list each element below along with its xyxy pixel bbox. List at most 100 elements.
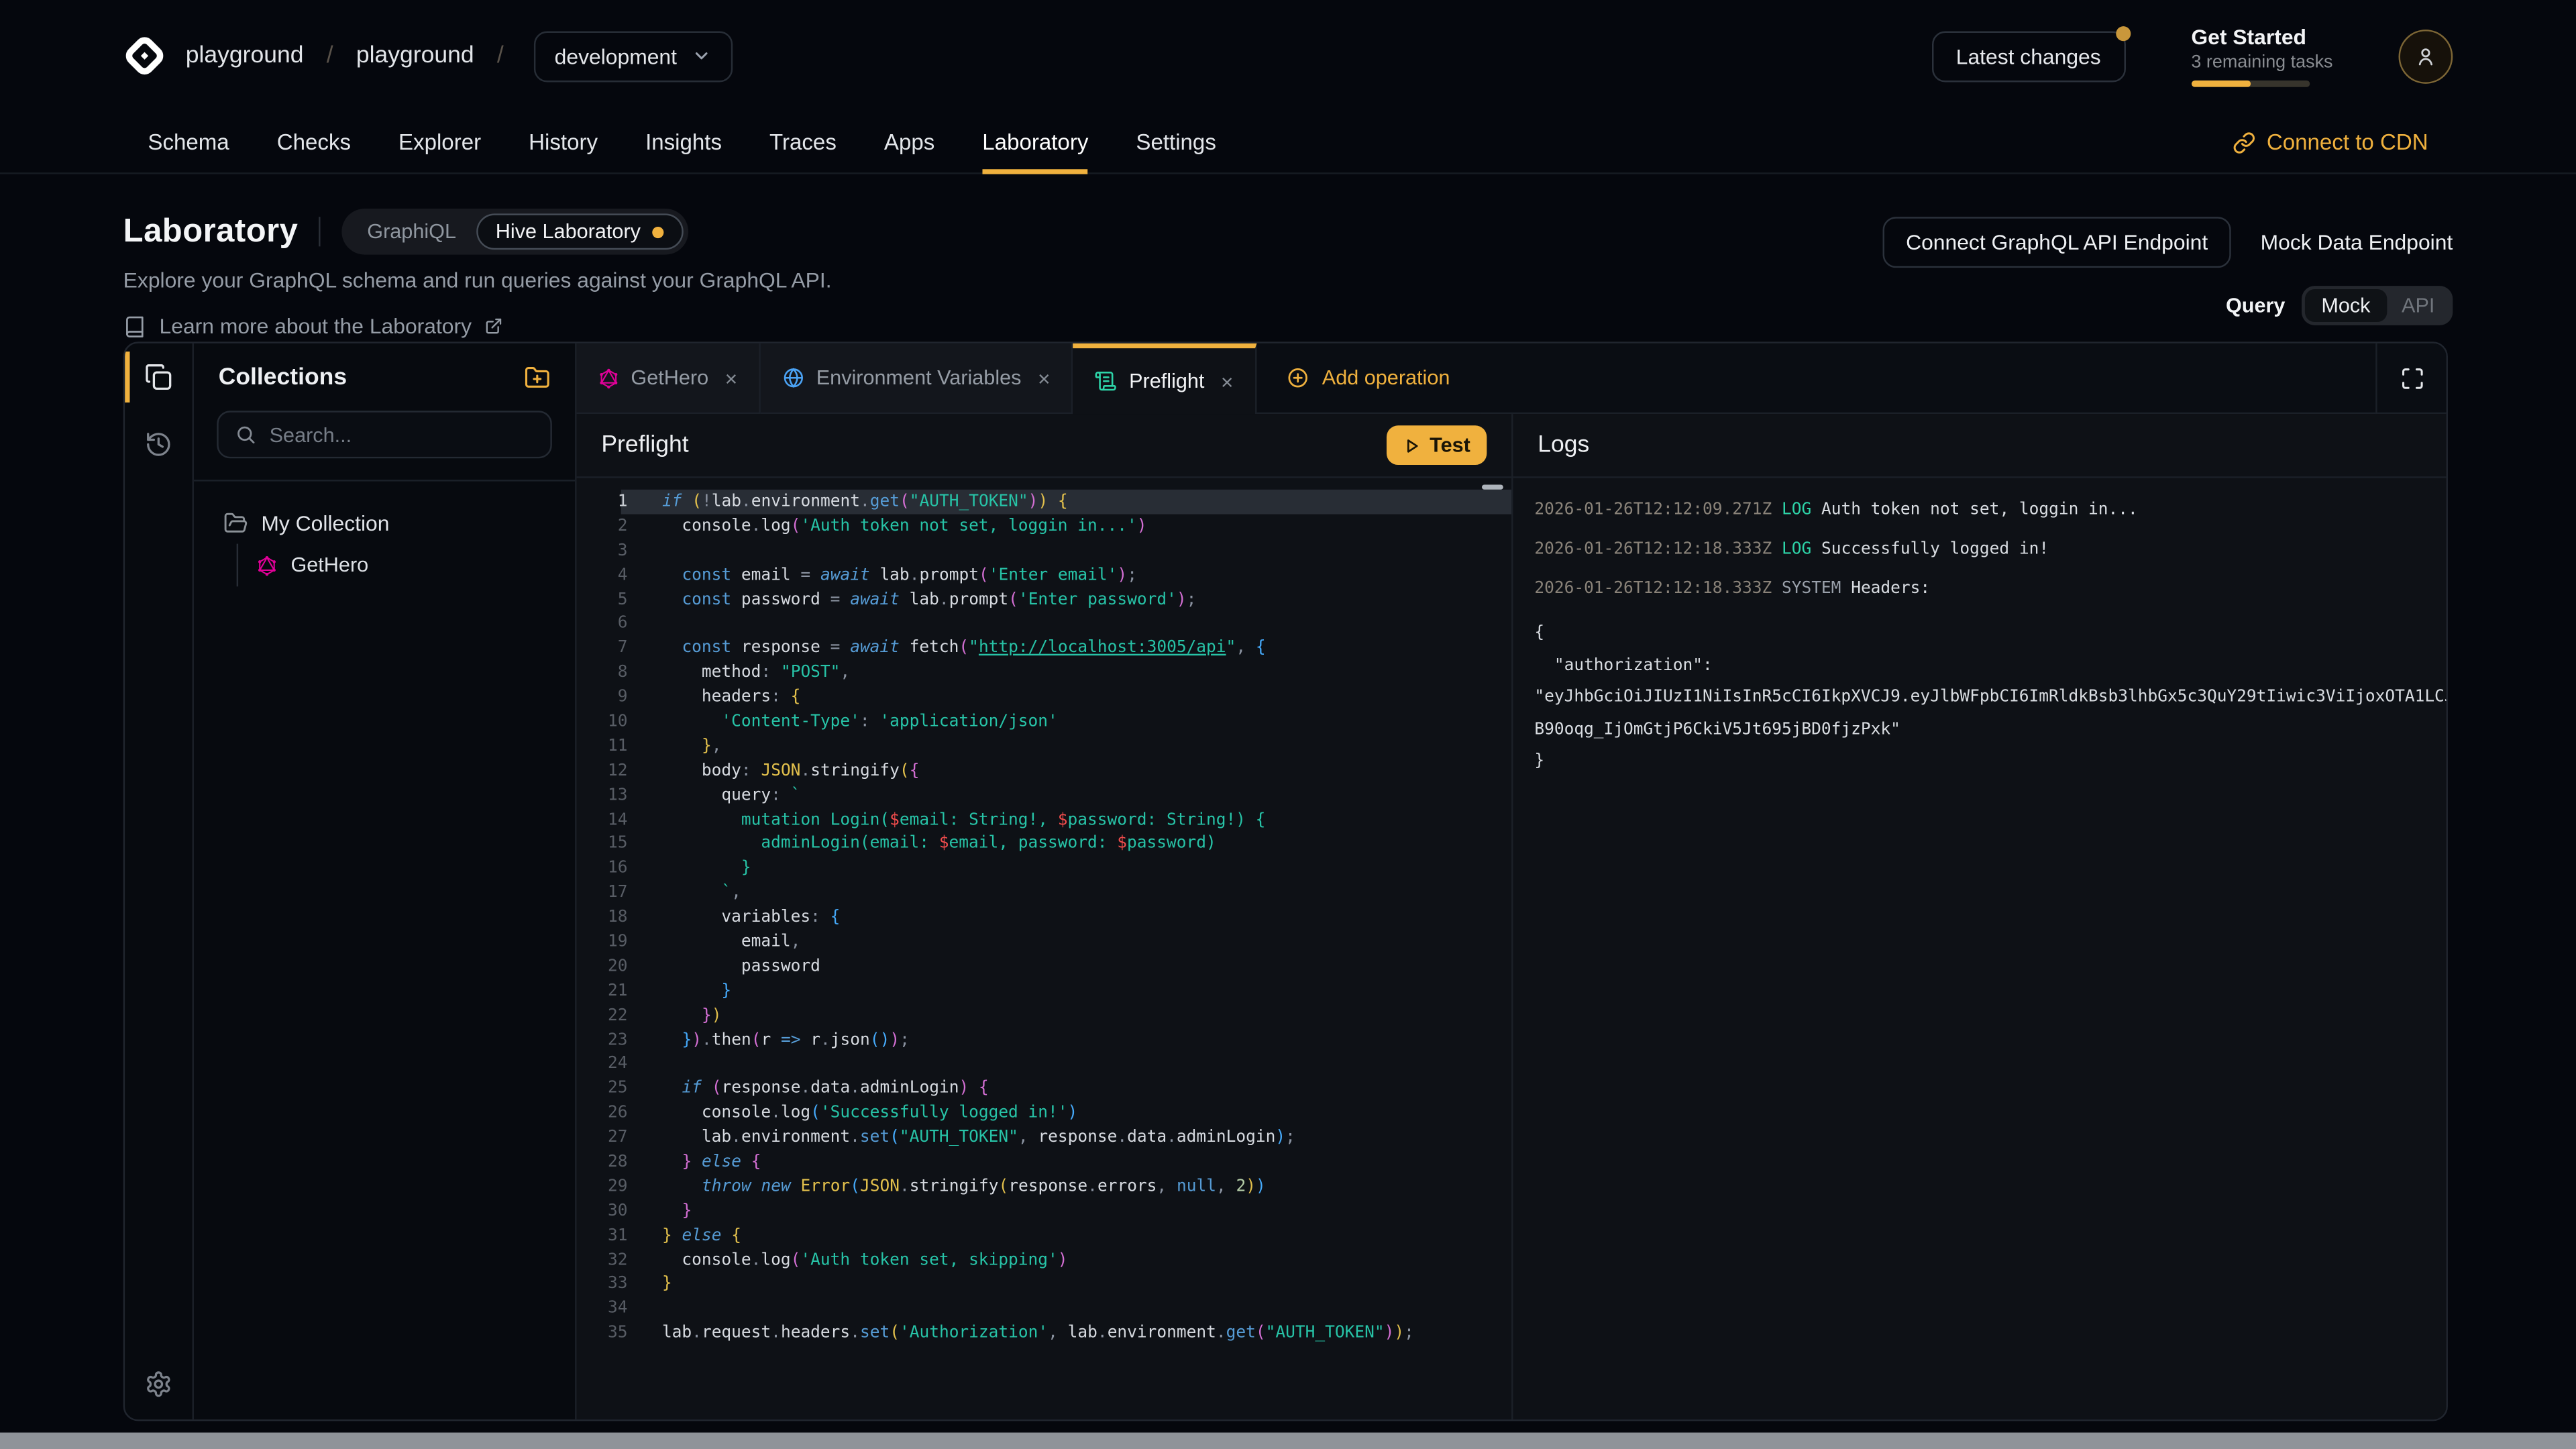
get-started-widget[interactable]: Get Started 3 remaining tasks bbox=[2191, 25, 2332, 87]
external-link-icon bbox=[485, 317, 503, 335]
line-number: 31 bbox=[577, 1227, 628, 1245]
top-bar: playground / playground / development La… bbox=[0, 0, 2576, 112]
operation-label: GetHero bbox=[290, 553, 368, 576]
logs-output[interactable]: 2026-01-26T12:12:09.271Z LOG Auth token … bbox=[1513, 478, 2447, 1419]
nav-item-explorer[interactable]: Explorer bbox=[398, 112, 481, 173]
code-line: 3 bbox=[577, 539, 1511, 563]
tab-label: Environment Variables bbox=[816, 366, 1022, 389]
code-editor[interactable]: 1if (!lab.environment.get("AUTH_TOKEN"))… bbox=[577, 478, 1511, 1419]
code-line: 23 }).then(r => r.json()); bbox=[577, 1028, 1511, 1052]
collection-folder-label: My Collection bbox=[261, 510, 389, 535]
close-icon[interactable]: × bbox=[1038, 366, 1051, 390]
query-label: Query bbox=[2226, 294, 2286, 317]
code-line: 14 mutation Login($email: String!, $pass… bbox=[577, 808, 1511, 832]
log-raw-line: B90oqg_IjOmGtjP6CkiV5Jt695jBD0fjzPxk" bbox=[1534, 714, 2446, 746]
avatar[interactable] bbox=[2399, 29, 2453, 83]
code-line: 4 const email = await lab.prompt('Enter … bbox=[577, 563, 1511, 587]
search-input[interactable] bbox=[270, 423, 534, 446]
code-line: 17 `, bbox=[577, 881, 1511, 905]
link-icon bbox=[2232, 131, 2255, 154]
line-number: 21 bbox=[577, 982, 628, 1000]
latest-changes-button[interactable]: Latest changes bbox=[1931, 30, 2125, 81]
line-number: 27 bbox=[577, 1129, 628, 1147]
fullscreen-button[interactable] bbox=[2375, 343, 2446, 414]
learn-more-link[interactable]: Learn more about the Laboratory bbox=[123, 314, 2453, 339]
connect-endpoint-button[interactable]: Connect GraphQL API Endpoint bbox=[1883, 217, 2231, 268]
toggle-option-graphiql[interactable]: GraphiQL bbox=[347, 213, 476, 250]
nav-item-checks[interactable]: Checks bbox=[277, 112, 351, 173]
main-column: GetHero× Environment Variables × Preflight ×… bbox=[577, 343, 2447, 1419]
mock-option[interactable]: Mock bbox=[2305, 289, 2387, 322]
play-icon bbox=[1403, 436, 1421, 454]
code-line: 31} else { bbox=[577, 1224, 1511, 1248]
tab-gethero[interactable]: GetHero× bbox=[577, 343, 761, 414]
code-line: 35lab.request.headers.set('Authorization… bbox=[577, 1322, 1511, 1346]
code-line: 20 password bbox=[577, 955, 1511, 979]
test-button[interactable]: Test bbox=[1387, 425, 1487, 465]
nav-item-history[interactable]: History bbox=[529, 112, 598, 173]
tab-environment-variables[interactable]: Environment Variables × bbox=[760, 343, 1073, 414]
hive-logo-icon[interactable] bbox=[123, 34, 166, 77]
line-number: 33 bbox=[577, 1275, 628, 1293]
line-number: 12 bbox=[577, 762, 628, 780]
horizontal-scrollbar[interactable] bbox=[0, 1433, 2576, 1449]
laboratory-panel: Collections My Collection bbox=[123, 341, 2448, 1421]
nav-item-insights[interactable]: Insights bbox=[645, 112, 722, 173]
code-line: 9 headers: { bbox=[577, 686, 1511, 710]
connect-cdn-link[interactable]: Connect to CDN bbox=[2232, 112, 2428, 173]
nav-item-apps[interactable]: Apps bbox=[884, 112, 934, 173]
line-number: 30 bbox=[577, 1202, 628, 1220]
line-number: 32 bbox=[577, 1251, 628, 1269]
target-select-value: development bbox=[555, 44, 677, 68]
close-icon[interactable]: × bbox=[725, 366, 738, 390]
tab-preflight[interactable]: Preflight × bbox=[1073, 343, 1256, 414]
nav-item-schema[interactable]: Schema bbox=[148, 112, 229, 173]
divider bbox=[319, 217, 321, 246]
user-icon bbox=[2414, 44, 2438, 68]
operation-gethero[interactable]: GetHero bbox=[238, 544, 575, 587]
breadcrumb-separator: / bbox=[323, 43, 337, 69]
add-operation-button[interactable]: Add operation bbox=[1256, 343, 1480, 414]
learn-more-label: Learn more about the Laboratory bbox=[160, 314, 472, 339]
add-folder-icon[interactable] bbox=[524, 365, 550, 391]
add-operation-label: Add operation bbox=[1322, 366, 1450, 389]
code-line: 28 } else { bbox=[577, 1150, 1511, 1174]
api-option[interactable]: API bbox=[2387, 289, 2449, 322]
line-number: 11 bbox=[577, 737, 628, 755]
code-line: 7 const response = await fetch("http://l… bbox=[577, 637, 1511, 661]
collections-rail-button[interactable] bbox=[125, 343, 192, 411]
notification-dot bbox=[2116, 25, 2131, 40]
close-icon[interactable]: × bbox=[1221, 369, 1234, 394]
fullscreen-icon bbox=[2400, 366, 2424, 390]
line-number: 19 bbox=[577, 933, 628, 951]
nav-item-laboratory[interactable]: Laboratory bbox=[982, 112, 1088, 173]
globe-icon bbox=[782, 366, 804, 389]
main-nav: Schema Checks Explorer History Insights Trace… bbox=[0, 112, 2576, 174]
breadcrumb-org[interactable]: playground bbox=[186, 43, 304, 69]
settings-rail-button[interactable] bbox=[145, 1370, 173, 1419]
collections-sidebar: Collections My Collection bbox=[194, 343, 577, 1419]
log-entry: 2026-01-26T12:12:18.333Z LOG Successfull… bbox=[1534, 539, 2446, 560]
breadcrumb-project[interactable]: playground bbox=[356, 43, 474, 69]
collection-folder[interactable]: My Collection bbox=[194, 501, 575, 544]
preflight-editor-panel: Preflight Test 1if (!lab.environment.get… bbox=[577, 414, 1513, 1419]
target-select[interactable]: development bbox=[533, 30, 733, 81]
line-number: 23 bbox=[577, 1031, 628, 1049]
scrollbar-thumb[interactable] bbox=[1482, 484, 1503, 489]
script-icon bbox=[1095, 370, 1118, 392]
code-line: 10 'Content-Type': 'application/json' bbox=[577, 710, 1511, 734]
mock-endpoint-button[interactable]: Mock Data Endpoint bbox=[2261, 230, 2453, 255]
line-number: 14 bbox=[577, 811, 628, 829]
nav-item-settings[interactable]: Settings bbox=[1136, 112, 1216, 173]
line-number: 34 bbox=[577, 1300, 628, 1318]
nav-item-traces[interactable]: Traces bbox=[769, 112, 837, 173]
settings-gear-icon bbox=[145, 1370, 173, 1398]
history-rail-button[interactable] bbox=[125, 411, 192, 478]
line-number: 2 bbox=[577, 517, 628, 535]
code-line: 29 throw new Error(JSON.stringify(respon… bbox=[577, 1175, 1511, 1199]
toggle-option-hive-laboratory[interactable]: Hive Laboratory bbox=[476, 213, 683, 250]
line-number: 16 bbox=[577, 860, 628, 878]
query-mode-toggle: Mock API bbox=[2302, 286, 2453, 325]
tab-label: Preflight bbox=[1129, 370, 1204, 392]
breadcrumb: playground / playground / development bbox=[123, 30, 733, 81]
